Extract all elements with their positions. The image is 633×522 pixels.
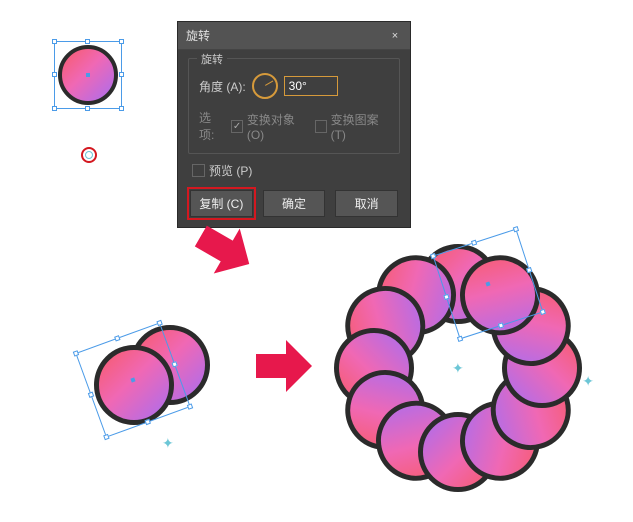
step-arrow-2 (256, 340, 312, 392)
circle-ring-result: ✦ ✦ (328, 238, 588, 498)
preview-row: 预览 (P) (192, 162, 400, 180)
dialog-titlebar[interactable]: 旋转 × (178, 22, 410, 50)
close-icon[interactable]: × (388, 29, 402, 43)
angle-input[interactable] (284, 76, 338, 96)
options-label: 选项: (199, 109, 223, 143)
checkbox-label: 预览 (P) (209, 162, 252, 179)
rotate-group: 旋转 角度 (A): 选项: ✓ 变换对象 (O) 变换图案 (T) (188, 58, 400, 154)
resize-handle[interactable] (430, 253, 436, 259)
resize-handle[interactable] (457, 336, 463, 342)
resize-handle[interactable] (73, 350, 79, 356)
angle-row: 角度 (A): (199, 73, 389, 99)
checkbox-label: 变换对象 (O) (247, 111, 307, 142)
initial-selected-circle (54, 41, 122, 109)
resize-handle[interactable] (114, 335, 120, 341)
pivot-mark-icon: ✦ (452, 360, 464, 377)
transform-objects-checkbox[interactable]: ✓ 变换对象 (O) (231, 111, 307, 142)
two-circle-step: ✦ (82, 315, 232, 455)
selection-center (130, 377, 135, 382)
cancel-button[interactable]: 取消 (335, 190, 398, 217)
checkbox-icon: ✓ (231, 120, 243, 133)
anchor-mark-icon: ✦ (582, 373, 594, 390)
resize-handle[interactable] (119, 72, 124, 77)
selection-bounding-box[interactable] (54, 41, 122, 109)
resize-handle[interactable] (103, 434, 109, 440)
resize-handle[interactable] (119, 39, 124, 44)
resize-handle[interactable] (52, 39, 57, 44)
checkbox-label: 变换图案 (T) (331, 111, 389, 142)
preview-checkbox[interactable]: 预览 (P) (192, 162, 252, 179)
dialog-body: 旋转 角度 (A): 选项: ✓ 变换对象 (O) 变换图案 (T) (178, 50, 410, 227)
rotate-dialog: 旋转 × 旋转 角度 (A): 选项: ✓ 变换对象 (O) 变换图案 (T) (177, 21, 411, 228)
pivot-inner-ring (85, 151, 93, 159)
pivot-mark-icon: ✦ (162, 435, 174, 452)
resize-handle[interactable] (52, 72, 57, 77)
ok-button[interactable]: 确定 (263, 190, 326, 217)
resize-handle[interactable] (513, 226, 519, 232)
checkbox-icon (315, 120, 327, 133)
selection-center (86, 73, 90, 77)
transform-patterns-checkbox[interactable]: 变换图案 (T) (315, 111, 389, 142)
rotation-pivot-marker[interactable] (81, 147, 97, 163)
arrow-right-icon (256, 340, 312, 392)
group-label: 旋转 (197, 51, 227, 67)
angle-label: 角度 (A): (199, 78, 246, 95)
checkbox-icon (192, 164, 205, 177)
resize-handle[interactable] (85, 106, 90, 111)
selection-center (485, 281, 490, 286)
dialog-title: 旋转 (186, 27, 210, 44)
resize-handle[interactable] (443, 294, 449, 300)
angle-dial-icon[interactable] (252, 73, 278, 99)
resize-handle[interactable] (52, 106, 57, 111)
resize-handle[interactable] (85, 39, 90, 44)
copy-button[interactable]: 复制 (C) (190, 190, 253, 217)
button-row: 复制 (C) 确定 取消 (188, 190, 400, 217)
resize-handle[interactable] (88, 392, 94, 398)
options-row: 选项: ✓ 变换对象 (O) 变换图案 (T) (199, 109, 389, 143)
resize-handle[interactable] (187, 403, 193, 409)
resize-handle[interactable] (471, 240, 477, 246)
resize-handle[interactable] (145, 419, 151, 425)
resize-handle[interactable] (119, 106, 124, 111)
